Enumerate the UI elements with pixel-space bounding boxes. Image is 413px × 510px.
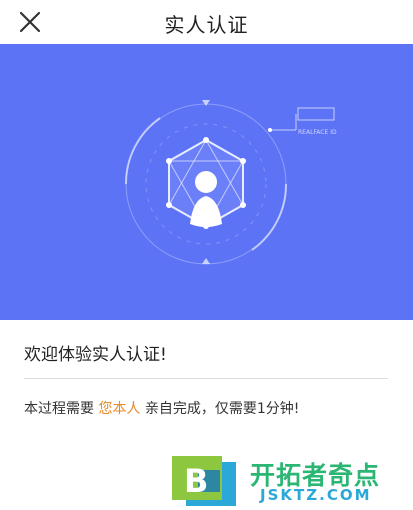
divider [24, 378, 388, 379]
brand-logo-icon: B [172, 456, 236, 506]
verification-banner: REALFACE ID [0, 44, 413, 320]
brand-domain: JSKTZ.COM [260, 486, 372, 504]
instruction-part-2: 亲自完成，仅需要1分钟! [140, 401, 300, 417]
instruction-highlight: 您本人 [98, 401, 141, 417]
welcome-heading: 欢迎体验实人认证! [24, 345, 167, 365]
instruction-text: 本过程需要 您本人 亲自完成，仅需要1分钟! [24, 398, 299, 418]
banner-caption: REALFACE ID [298, 129, 337, 136]
header: 实人认证 [0, 0, 413, 44]
face-scan-illustration: REALFACE ID [124, 100, 337, 265]
page-title: 实人认证 [164, 13, 249, 37]
instruction-part-1: 本过程需要 [24, 401, 99, 417]
watermark: B 开拓者奇点 JSKTZ.COM [168, 452, 408, 508]
logo-letter: B [184, 462, 208, 500]
